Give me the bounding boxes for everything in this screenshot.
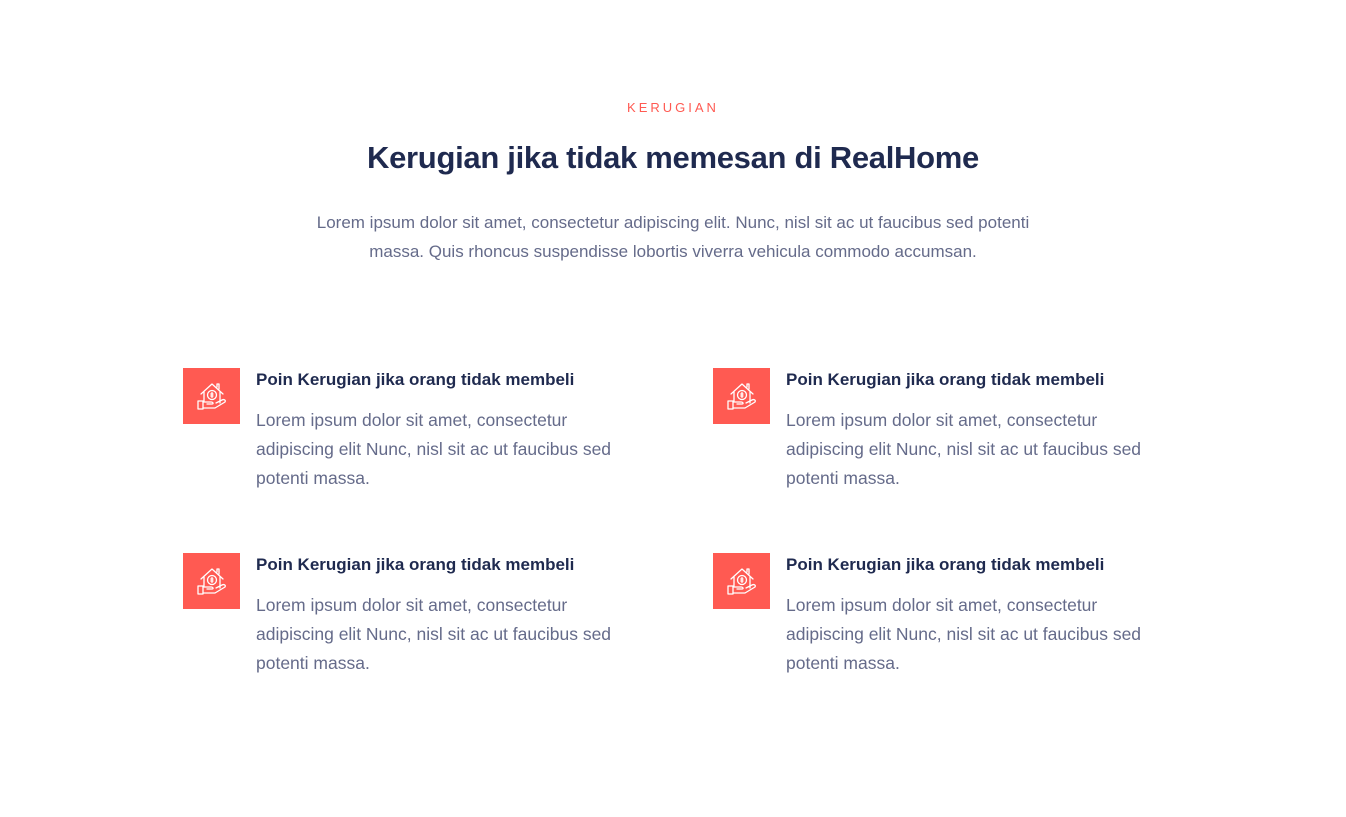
section-title: Kerugian jika tidak memesan di RealHome (367, 140, 979, 175)
feature-title: Poin Kerugian jika orang tidak membeli (786, 370, 1105, 389)
feature-description: Lorem ipsum dolor sit amet, consectetur … (256, 410, 612, 488)
feature-item: Poin Kerugian jika orang tidak membeli Lo… (183, 368, 643, 498)
feature-item: Poin Kerugian jika orang tidak membeli Lo… (183, 553, 643, 683)
feature-description: Lorem ipsum dolor sit amet, consectetur … (786, 410, 1142, 488)
house-money-hand-icon (713, 553, 770, 609)
feature-description: Lorem ipsum dolor sit amet, consectetur … (256, 595, 612, 673)
feature-item: Poin Kerugian jika orang tidak membeli Lo… (713, 553, 1173, 683)
feature-title: Poin Kerugian jika orang tidak membeli (256, 555, 575, 574)
house-money-hand-icon (713, 368, 770, 424)
feature-item: Poin Kerugian jika orang tidak membeli Lo… (713, 368, 1173, 498)
subtitle-line: massa. Quis rhoncus suspendisse lobortis… (369, 242, 977, 261)
house-money-hand-icon (183, 368, 240, 424)
feature-description: Lorem ipsum dolor sit amet, consectetur … (786, 595, 1142, 673)
section-subtitle: Lorem ipsum dolor sit amet, consectetur … (0, 208, 1346, 266)
feature-title: Poin Kerugian jika orang tidak membeli (786, 555, 1105, 574)
subtitle-line: Lorem ipsum dolor sit amet, consectetur … (316, 213, 1030, 232)
section-eyebrow: KERUGIAN (627, 100, 719, 115)
feature-title: Poin Kerugian jika orang tidak membeli (256, 370, 575, 389)
house-money-hand-icon (183, 553, 240, 609)
